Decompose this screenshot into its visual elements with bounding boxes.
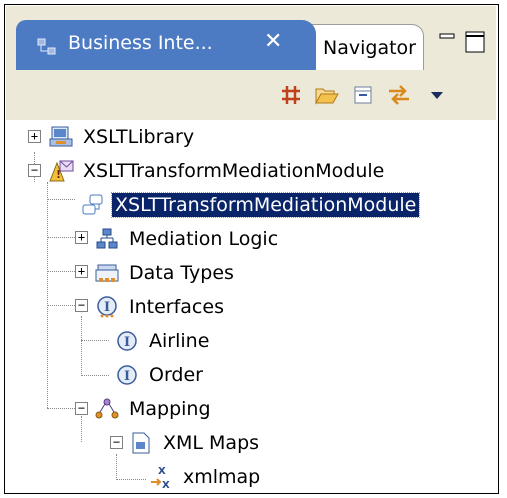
expand-toggle[interactable]: + <box>28 130 41 143</box>
tree-item-xmlmap[interactable]: X X xmlmap <box>146 462 263 492</box>
sync-icon[interactable] <box>384 80 414 110</box>
link-icon[interactable] <box>276 80 306 110</box>
assembly-icon <box>78 190 108 220</box>
data-types-icon <box>92 258 122 288</box>
svg-text:I: I <box>124 369 130 384</box>
tree-item-label: Mediation Logic <box>129 228 279 250</box>
tree-item-label: Order <box>149 364 203 386</box>
tab-business-integration[interactable]: Business Inte... ✕ <box>16 20 316 72</box>
tree-item-label: XSLTLibrary <box>83 126 195 148</box>
view-tab-bar: Navigator Business Inte... ✕ <box>6 6 496 73</box>
business-integration-icon <box>36 36 58 58</box>
tree-item-label: Airline <box>149 330 210 352</box>
tree-item-xml-maps[interactable]: XML Maps <box>126 428 262 458</box>
tree-item-data-types[interactable]: Data Types <box>92 258 237 288</box>
tree-connector <box>47 182 48 408</box>
open-folder-icon[interactable] <box>312 80 342 110</box>
view-toolbar <box>6 70 496 120</box>
collapse-toggle[interactable]: − <box>75 299 88 312</box>
interface-icon: I <box>112 326 142 356</box>
tree-item-order[interactable]: I Order <box>112 360 206 390</box>
tree-item-assembly[interactable]: XSLTTransformMediationModule <box>78 190 421 220</box>
tab-navigator-label: Navigator <box>323 37 416 59</box>
mapping-icon <box>92 394 122 424</box>
tree-item-label: XML Maps <box>163 432 260 454</box>
tree-connector <box>81 340 109 341</box>
xml-maps-icon <box>126 428 156 458</box>
tree-item-mapping[interactable]: Mapping <box>92 394 214 424</box>
window-controls <box>434 30 494 56</box>
tree-item-mediation-logic[interactable]: Mediation Logic <box>92 224 281 254</box>
tree-item-module[interactable]: ! XSLTTransformMediationModule <box>46 156 387 186</box>
tree-connector <box>81 316 82 376</box>
svg-text:I: I <box>104 300 110 315</box>
expand-toggle[interactable]: + <box>75 265 88 278</box>
tree-connector <box>47 408 75 409</box>
expand-toggle[interactable]: + <box>75 231 88 244</box>
tab-business-integration-label: Business Inte... <box>68 32 213 54</box>
minimize-maximize-icons[interactable] <box>434 30 494 56</box>
svg-text:X: X <box>162 480 170 490</box>
interface-icon: I <box>92 292 122 322</box>
svg-text:I: I <box>124 335 130 350</box>
collapse-toggle[interactable]: − <box>28 164 41 177</box>
tree-connector <box>81 375 109 376</box>
tree-connector <box>116 479 146 480</box>
library-icon <box>46 122 76 152</box>
tree-item-label: XSLTTransformMediationModule <box>110 192 421 218</box>
tree-item-interfaces[interactable]: I Interfaces <box>92 292 227 322</box>
tree-item-airline[interactable]: I Airline <box>112 326 212 356</box>
collapse-toggle[interactable]: − <box>75 402 88 415</box>
tree-connector <box>47 237 75 238</box>
close-icon[interactable]: ✕ <box>264 29 282 54</box>
tab-navigator[interactable]: Navigator <box>298 24 424 73</box>
view-menu-icon[interactable] <box>422 80 452 110</box>
tree-connector <box>47 199 75 200</box>
tree-item-label: xmlmap <box>183 466 261 488</box>
collapse-toggle[interactable]: − <box>110 436 123 449</box>
tree-item-label: Interfaces <box>129 296 224 318</box>
tree-connector <box>81 416 82 442</box>
tree-item-label: Data Types <box>129 262 234 284</box>
collapse-all-icon[interactable] <box>348 80 378 110</box>
interface-icon: I <box>112 360 142 390</box>
tree-item-label: XSLTTransformMediationModule <box>83 160 385 182</box>
xmlmap-icon: X X <box>146 462 176 492</box>
tree-item-xsltlibrary[interactable]: XSLTLibrary <box>46 122 197 152</box>
mediation-logic-icon <box>92 224 122 254</box>
svg-text:X: X <box>158 466 166 477</box>
tree-connector <box>116 454 117 480</box>
tree-connector <box>47 271 75 272</box>
module-icon: ! <box>46 156 76 186</box>
tree-connector <box>47 305 75 306</box>
tree-item-label: Mapping <box>129 398 211 420</box>
project-tree: + − + + − − − XSLTLibrary ! XSLTTransfor… <box>6 120 496 490</box>
